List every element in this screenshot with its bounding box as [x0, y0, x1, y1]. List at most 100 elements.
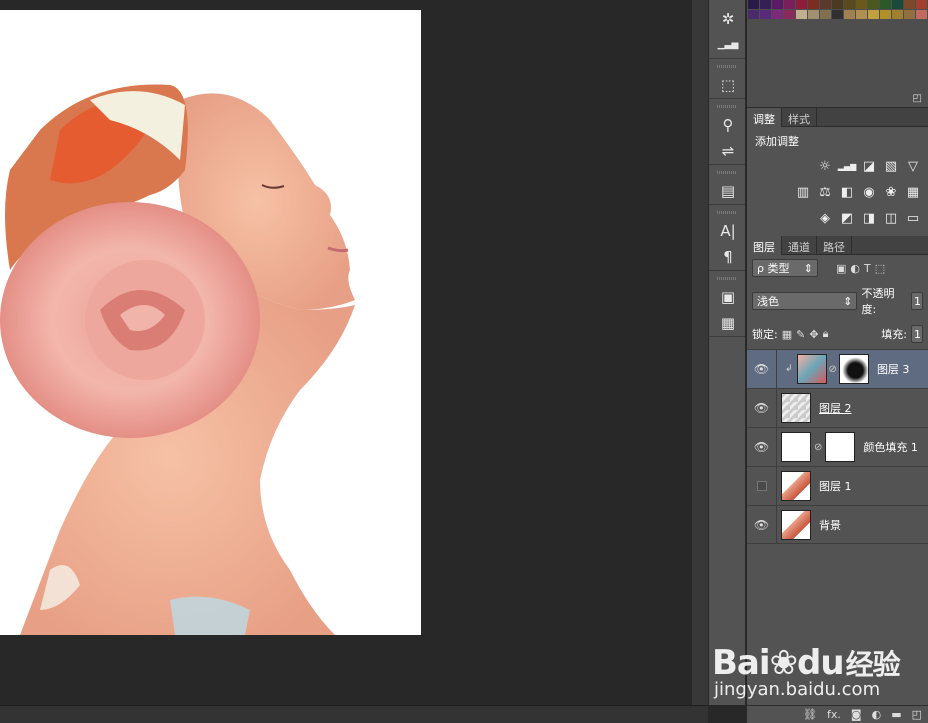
color-swatch[interactable] [844, 0, 855, 9]
layer-row-fill[interactable]: 👁︎ ⊘ 颜色填充 1 [747, 427, 928, 467]
layer-filter-select[interactable]: ρ 类型 ⇕ [752, 259, 818, 277]
new-group-icon[interactable]: ▬ [891, 708, 901, 721]
histogram-icon[interactable]: ▁▃▅ [709, 32, 747, 58]
lock-all-icon[interactable]: 🔒︎ [823, 327, 829, 341]
adjustment-filter-icon[interactable]: ◐ [850, 262, 860, 275]
color-swatch[interactable] [880, 0, 891, 9]
dock-grip[interactable] [717, 171, 737, 174]
canvas-area[interactable] [0, 0, 692, 723]
notes-icon[interactable]: ▣ [709, 284, 747, 310]
color-swatch[interactable] [748, 0, 759, 9]
new-swatch-icon[interactable]: ◰ [913, 93, 922, 104]
color-swatch[interactable] [760, 0, 771, 9]
channel-mixer-icon[interactable]: ❀ [882, 183, 900, 201]
color-swatch[interactable] [748, 10, 759, 19]
color-swatch[interactable] [832, 10, 843, 19]
blend-mode-select[interactable]: 浅色 ⇕ [752, 292, 858, 310]
dock-grip[interactable] [717, 211, 737, 214]
link-chain-icon[interactable]: ⊘ [814, 442, 822, 453]
layer-row-background[interactable]: 👁︎ 背景 [747, 505, 928, 544]
black-white-icon[interactable]: ◧ [838, 183, 856, 201]
visibility-toggle[interactable] [747, 466, 777, 506]
color-swatch[interactable] [856, 0, 867, 9]
pixel-filter-icon[interactable]: ▣ [836, 262, 846, 275]
opacity-input[interactable]: 1 [911, 292, 923, 310]
tab-styles[interactable]: 样式 [782, 108, 817, 127]
add-mask-icon[interactable]: ◙ [851, 708, 862, 721]
color-swatch[interactable] [784, 10, 795, 19]
color-swatch[interactable] [868, 10, 879, 19]
color-swatch[interactable] [784, 0, 795, 9]
gradient-map-icon[interactable]: ▭ [904, 209, 922, 227]
compass-icon[interactable]: ✲ [709, 6, 747, 32]
vibrance-icon[interactable]: ▽ [904, 157, 922, 175]
tab-layers[interactable]: 图层 [747, 236, 782, 255]
clone-source-icon[interactable]: ⇌ [709, 138, 747, 164]
layer-style-icon[interactable]: fx. [827, 708, 841, 721]
tab-channels[interactable]: 通道 [782, 236, 817, 255]
color-swatch[interactable] [844, 10, 855, 19]
color-swatch[interactable] [856, 10, 867, 19]
character-icon[interactable]: A| [709, 218, 747, 244]
color-swatch[interactable] [868, 0, 879, 9]
invert-icon[interactable]: ◈ [816, 209, 834, 227]
color-swatch[interactable] [820, 10, 831, 19]
visibility-eye-icon[interactable]: 👁︎ [747, 505, 777, 544]
brightness-icon[interactable]: ☼ [816, 157, 834, 175]
tab-adjustments[interactable]: 调整 [747, 108, 782, 127]
vertical-scrollbar[interactable] [692, 0, 708, 705]
visibility-eye-icon[interactable]: 👁︎ [747, 349, 777, 389]
threshold-icon[interactable]: ◨ [860, 209, 878, 227]
type-filter-icon[interactable]: T [864, 262, 871, 275]
exposure-icon[interactable]: ▧ [882, 157, 900, 175]
dock-grip[interactable] [717, 277, 737, 280]
color-swatch[interactable] [880, 10, 891, 19]
color-swatch[interactable] [808, 10, 819, 19]
color-swatch[interactable] [760, 10, 771, 19]
visibility-eye-icon[interactable]: 👁︎ [747, 427, 777, 467]
color-swatch[interactable] [916, 0, 927, 9]
layer-row-1[interactable]: 图层 1 [747, 466, 928, 506]
color-swatch[interactable] [892, 0, 903, 9]
cube-icon[interactable]: ⬚ [709, 72, 747, 98]
color-swatch[interactable] [916, 10, 927, 19]
properties-icon[interactable]: ▦ [709, 310, 747, 336]
color-lookup-icon[interactable]: ▦ [904, 183, 922, 201]
new-adjustment-icon[interactable]: ◐ [872, 708, 882, 721]
new-layer-icon[interactable]: ◰ [912, 708, 922, 721]
link-chain-icon[interactable]: ⊘ [829, 364, 837, 375]
color-swatch[interactable] [904, 0, 915, 9]
color-swatch[interactable] [832, 0, 843, 9]
tab-paths[interactable]: 路径 [817, 236, 852, 255]
color-swatch[interactable] [772, 10, 783, 19]
color-swatch[interactable] [796, 0, 807, 9]
dock-grip[interactable] [717, 105, 737, 108]
lock-position-icon[interactable]: ✥ [809, 328, 818, 341]
brush-preset-icon[interactable]: ⚲ [709, 112, 747, 138]
dock-grip[interactable] [717, 65, 737, 68]
hue-saturation-icon[interactable]: ▥ [794, 183, 812, 201]
layer-row-2[interactable]: 👁︎ 图层 2 [747, 388, 928, 428]
color-swatch[interactable] [904, 10, 915, 19]
levels-icon[interactable]: ▂▄▆ [838, 157, 856, 175]
lock-paint-icon[interactable]: ✎ [796, 328, 805, 341]
selective-color-icon[interactable]: ◫ [882, 209, 900, 227]
layer-comps-icon[interactable]: ▤ [709, 178, 747, 204]
color-swatch[interactable] [808, 0, 819, 9]
document-canvas[interactable] [0, 10, 421, 635]
curves-icon[interactable]: ◪ [860, 157, 878, 175]
fill-input[interactable]: 1 [911, 325, 923, 343]
photo-filter-icon[interactable]: ◉ [860, 183, 878, 201]
posterize-icon[interactable]: ◩ [838, 209, 856, 227]
color-swatch[interactable] [892, 10, 903, 19]
visibility-eye-icon[interactable]: 👁︎ [747, 388, 777, 428]
lock-transparent-icon[interactable]: ▦ [782, 328, 792, 341]
color-swatch[interactable] [772, 0, 783, 9]
color-balance-icon[interactable]: ⚖ [816, 183, 834, 201]
shape-filter-icon[interactable]: ⬚ [875, 262, 885, 275]
color-swatch[interactable] [796, 10, 807, 19]
color-swatch[interactable] [820, 0, 831, 9]
paragraph-icon[interactable]: ¶ [709, 244, 747, 270]
layer-row-3[interactable]: 👁︎ ↲ ⊘ 图层 3 [747, 349, 928, 389]
link-layers-icon[interactable]: ⛓ [803, 708, 817, 721]
